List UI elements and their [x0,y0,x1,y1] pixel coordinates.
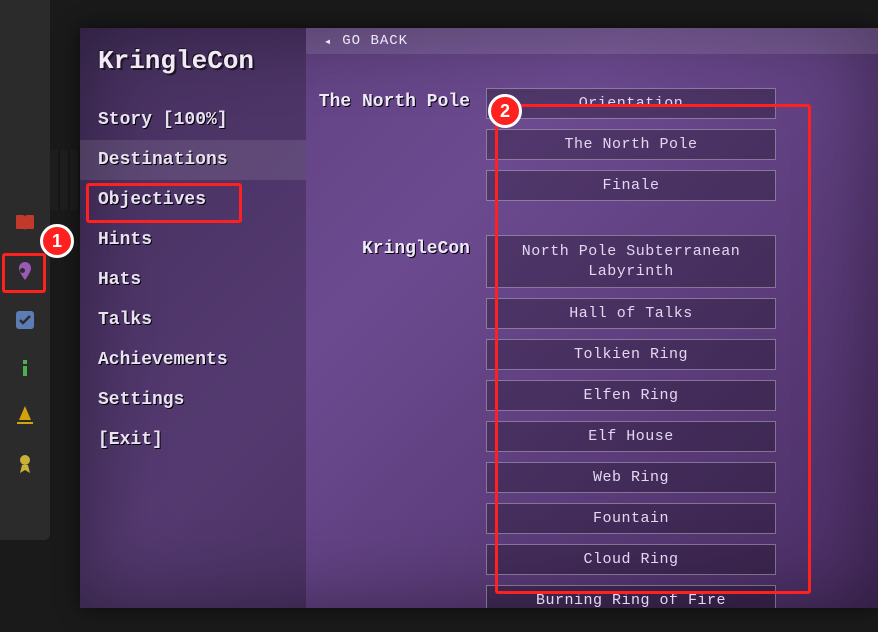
sidebar-item-talks[interactable]: Talks [80,300,306,340]
back-arrow-icon: ◂ [324,34,332,49]
destinations-area: The North Pole Orientation The North Pol… [306,54,878,608]
dest-cloudring[interactable]: Cloud Ring [486,544,776,575]
dest-orientation[interactable]: Orientation [486,88,776,119]
main-panel: KringleCon Story [100%] Destinations Obj… [80,28,878,608]
check-icon[interactable] [5,296,45,344]
dest-webring[interactable]: Web Ring [486,462,776,493]
award-icon[interactable] [5,440,45,488]
dest-burningring[interactable]: Burning Ring of Fire [486,585,776,608]
book-icon[interactable] [5,200,45,248]
pin-icon[interactable] [5,248,45,296]
sidebar-item-achievements[interactable]: Achievements [80,340,306,380]
sidebar-item-destinations[interactable]: Destinations [80,140,306,180]
dest-thenorthpole[interactable]: The North Pole [486,129,776,160]
sidebar-item-story[interactable]: Story [100%] [80,100,306,140]
dest-group-kringlecon: KringleCon North Pole Subterranean Labyr… [316,235,854,608]
go-back-button[interactable]: ◂ GO BACK [306,28,878,54]
dest-elfenring[interactable]: Elfen Ring [486,380,776,411]
group-label-northpole: The North Pole [316,88,486,112]
go-back-label: GO BACK [342,33,408,49]
group-list-kringlecon: North Pole Subterranean Labyrinth Hall o… [486,235,854,608]
sidebar-item-objectives[interactable]: Objectives [80,180,306,220]
dest-tolkienring[interactable]: Tolkien Ring [486,339,776,370]
sidebar-item-hats[interactable]: Hats [80,260,306,300]
sidebar-item-exit[interactable]: [Exit] [80,420,306,460]
sidebar-nav: Story [100%] Destinations Objectives Hin… [80,100,306,460]
sidebar-item-settings[interactable]: Settings [80,380,306,420]
dest-fountain[interactable]: Fountain [486,503,776,534]
dest-halloftalks[interactable]: Hall of Talks [486,298,776,329]
content-area: ◂ GO BACK The North Pole Orientation The… [306,28,878,608]
wizard-icon[interactable] [5,392,45,440]
info-icon[interactable] [5,344,45,392]
dest-finale[interactable]: Finale [486,170,776,201]
left-toolbar [0,0,50,540]
dest-group-northpole: The North Pole Orientation The North Pol… [316,88,854,201]
sidebar-item-hints[interactable]: Hints [80,220,306,260]
brand-title: KringleCon [80,28,306,100]
dest-labyrinth[interactable]: North Pole Subterranean Labyrinth [486,235,776,288]
group-list-northpole: Orientation The North Pole Finale [486,88,854,201]
sidebar: KringleCon Story [100%] Destinations Obj… [80,28,306,608]
group-label-kringlecon: KringleCon [316,235,486,259]
dest-elfhouse[interactable]: Elf House [486,421,776,452]
